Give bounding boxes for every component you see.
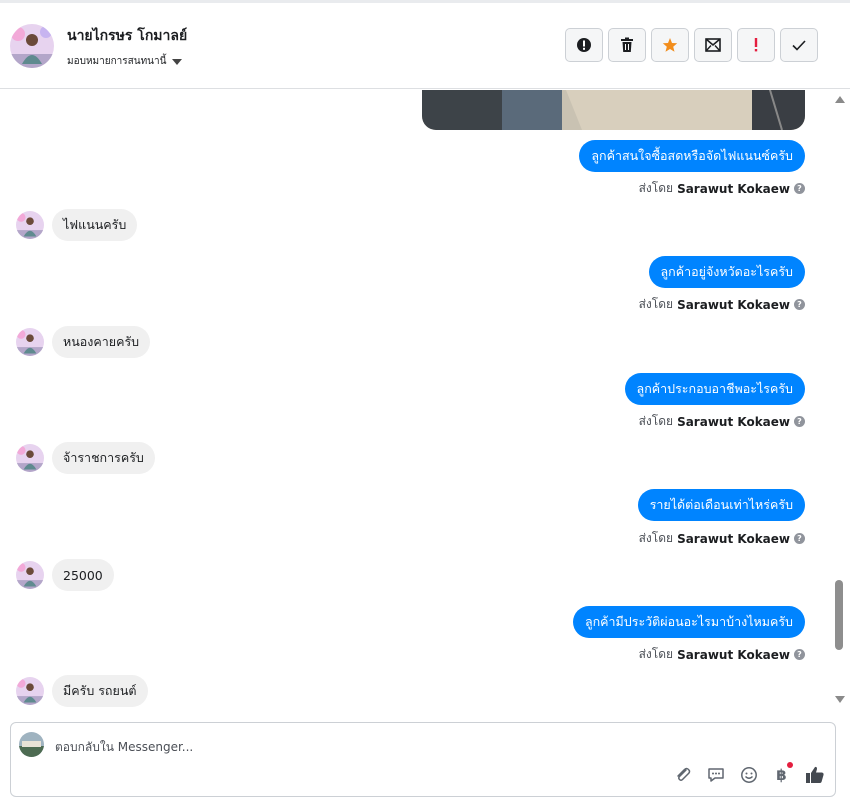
follow-up-icon xyxy=(754,38,758,52)
star-icon xyxy=(662,38,678,52)
help-icon[interactable]: ? xyxy=(794,416,805,427)
notification-dot xyxy=(787,762,793,768)
scroll-up-arrow[interactable] xyxy=(835,96,845,103)
sent-by-prefix: ส่งโดย xyxy=(638,181,674,195)
attach-icon xyxy=(676,767,690,781)
help-icon[interactable]: ? xyxy=(794,299,805,310)
sent-by-prefix: ส่งโดย xyxy=(638,531,674,545)
contact-avatar-small[interactable] xyxy=(16,211,44,239)
attach-button[interactable] xyxy=(672,764,693,785)
help-icon[interactable]: ? xyxy=(794,183,805,194)
sender-name[interactable]: Sarawut Kokaew xyxy=(677,532,790,546)
contact-avatar[interactable] xyxy=(10,24,54,68)
contact-avatar-small[interactable] xyxy=(16,677,44,705)
emoji-button[interactable] xyxy=(738,764,759,785)
sender-name[interactable]: Sarawut Kokaew xyxy=(677,648,790,662)
sent-by-label: ส่งโดย Sarawut Kokaew ? xyxy=(639,529,805,548)
mark-done-icon xyxy=(792,40,806,51)
incoming-message[interactable]: หนองคายครับ xyxy=(52,326,151,358)
incoming-message-row: 25000 xyxy=(16,559,114,591)
composer-tools: ฿ xyxy=(672,762,825,785)
sent-by-label: ส่งโดย Sarawut Kokaew ? xyxy=(639,295,805,314)
sent-by-label: ส่งโดย Sarawut Kokaew ? xyxy=(639,179,805,198)
emoji-icon xyxy=(740,766,757,783)
delete-button[interactable] xyxy=(608,28,646,62)
report-spam-icon xyxy=(577,38,591,52)
message-scrollbar[interactable] xyxy=(832,90,847,710)
assign-conversation-dropdown[interactable]: มอบหมายการสนทนานี้ xyxy=(67,54,183,69)
like-icon xyxy=(805,766,824,783)
incoming-message[interactable]: จ้าราชการครับ xyxy=(52,442,155,474)
assign-label: มอบหมายการสนทนานี้ xyxy=(67,56,167,67)
image-attachment[interactable] xyxy=(422,90,805,130)
star-button[interactable] xyxy=(651,28,689,62)
messenger-conversation: นายไกรษร โกมาลย์ มอบหมายการสนทนานี้ ลูกค… xyxy=(0,0,850,807)
payment-button[interactable]: ฿ xyxy=(771,762,793,785)
sent-by-prefix: ส่งโดย xyxy=(638,297,674,311)
sent-by-label: ส่งโดย Sarawut Kokaew ? xyxy=(639,645,805,664)
sender-name[interactable]: Sarawut Kokaew xyxy=(677,415,790,429)
incoming-message[interactable]: มีครับ รถยนต์ xyxy=(52,675,148,707)
message-list[interactable]: ลูกค้าสนใจซื้อสดหรือจัดไฟแนนซ์ครับ ส่งโด… xyxy=(0,90,832,710)
outgoing-message[interactable]: ลูกค้าประกอบอาชีพอะไรครับ xyxy=(624,373,805,405)
outgoing-message[interactable]: ลูกค้าอยู่จังหวัดอะไรครับ xyxy=(648,256,805,288)
page-avatar xyxy=(19,732,44,757)
incoming-message-row: หนองคายครับ xyxy=(16,326,151,358)
sent-by-prefix: ส่งโดย xyxy=(638,647,674,661)
outgoing-message[interactable]: ลูกค้าสนใจซื้อสดหรือจัดไฟแนนซ์ครับ xyxy=(579,140,805,172)
reply-input[interactable]: ตอบกลับใน Messenger... xyxy=(55,738,193,757)
contact-name[interactable]: นายไกรษร โกมาลย์ xyxy=(67,25,187,47)
conversation-header: นายไกรษร โกมาลย์ มอบหมายการสนทนานี้ xyxy=(0,3,850,89)
help-icon[interactable]: ? xyxy=(794,533,805,544)
contact-avatar-small[interactable] xyxy=(16,444,44,472)
payment-icon: ฿ xyxy=(776,765,787,784)
mark-unread-icon xyxy=(705,38,721,52)
saved-reply-icon xyxy=(707,767,724,782)
reply-composer[interactable]: ตอบกลับใน Messenger... ฿ xyxy=(10,722,836,797)
mark-unread-button[interactable] xyxy=(694,28,732,62)
saved-reply-button[interactable] xyxy=(705,764,726,785)
incoming-message-row: ไฟแนนครับ xyxy=(16,209,138,241)
header-actions xyxy=(565,28,818,62)
sender-name[interactable]: Sarawut Kokaew xyxy=(677,182,790,196)
sent-by-label: ส่งโดย Sarawut Kokaew ? xyxy=(639,412,805,431)
mark-done-button[interactable] xyxy=(780,28,818,62)
contact-avatar-small[interactable] xyxy=(16,561,44,589)
scroll-thumb[interactable] xyxy=(835,580,843,650)
outgoing-message[interactable]: รายได้ต่อเดือนเท่าไหร่ครับ xyxy=(637,489,805,521)
report-spam-button[interactable] xyxy=(565,28,603,62)
delete-icon xyxy=(621,37,633,52)
like-button[interactable] xyxy=(804,764,825,785)
incoming-message-row: มีครับ รถยนต์ xyxy=(16,675,148,707)
sent-by-prefix: ส่งโดย xyxy=(638,414,674,428)
help-icon[interactable]: ? xyxy=(794,649,805,660)
incoming-message[interactable]: 25000 xyxy=(52,559,114,591)
incoming-message[interactable]: ไฟแนนครับ xyxy=(52,209,138,241)
sender-name[interactable]: Sarawut Kokaew xyxy=(677,298,790,312)
contact-avatar-small[interactable] xyxy=(16,328,44,356)
scroll-down-arrow[interactable] xyxy=(835,696,845,703)
incoming-message-row: จ้าราชการครับ xyxy=(16,442,155,474)
chevron-down-icon xyxy=(172,59,183,65)
follow-up-button[interactable] xyxy=(737,28,775,62)
outgoing-message[interactable]: ลูกค้ามีประวัติผ่อนอะไรมาบ้างไหมครับ xyxy=(572,606,805,638)
